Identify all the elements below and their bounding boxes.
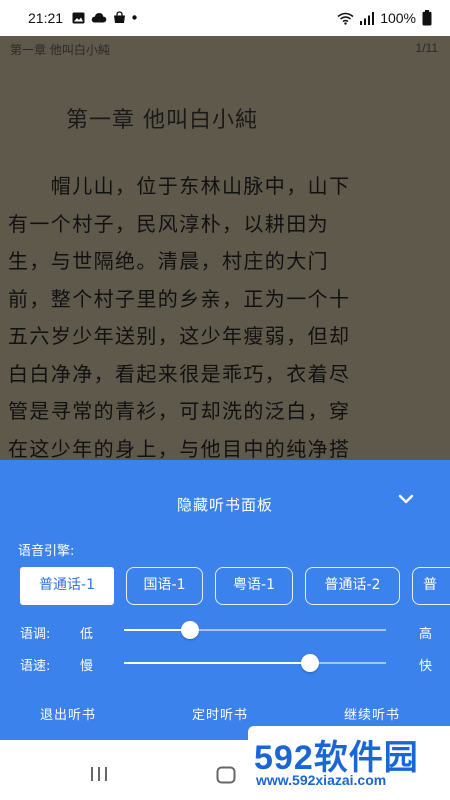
engine-option-putonghua-1[interactable]: 普通话-1: [20, 567, 114, 605]
reader-page[interactable]: 第一章 他叫白小純 1/11 第一章 他叫白小純 帽儿山，位于东林山脉中，山下 …: [0, 36, 450, 460]
exit-listening-button[interactable]: 退出听书: [40, 704, 96, 723]
cloud-icon: [91, 13, 107, 23]
hide-panel-button[interactable]: 隐藏听书面板: [0, 494, 450, 515]
speed-label: 语速:: [20, 659, 51, 674]
text-line: 帽儿山，位于东林山脉中，山下: [8, 174, 351, 198]
tone-slider-fill: [124, 629, 190, 631]
text-line: 生，与世隔绝。清晨，村庄的大门: [8, 249, 329, 273]
chapter-body: 帽儿山，位于东林山脉中，山下 有一个村子，民风淳朴，以耕田为 生，与世隔绝。清晨…: [8, 170, 442, 460]
speed-slider[interactable]: [124, 654, 386, 672]
home-icon[interactable]: [216, 766, 236, 784]
text-line: 在这少年的身上，与他目中的纯净搭: [8, 436, 351, 461]
tone-high-label: 高: [418, 627, 432, 642]
text-line: 白白净净，看起来很是乖巧，衣着尽: [8, 361, 351, 386]
text-line: 有一个村子，民风淳朴，以耕田为: [8, 211, 329, 236]
battery-percent: 100%: [380, 10, 416, 26]
signal-icon: [360, 11, 375, 25]
tone-slider[interactable]: [124, 621, 386, 639]
shopping-bag-icon: [114, 11, 125, 23]
continue-listening-button[interactable]: 继续听书: [344, 704, 400, 723]
wifi-icon: [337, 12, 354, 25]
reader-header: 第一章 他叫白小純 1/11: [10, 41, 438, 59]
status-bar: 21:21 100%: [0, 0, 450, 36]
chevron-down-icon[interactable]: [398, 494, 414, 504]
status-time: 21:21: [28, 10, 64, 26]
engine-label: 语音引擎:: [18, 544, 75, 559]
engine-option-putonghua-2[interactable]: 普通话-2: [305, 567, 400, 605]
text-line: 前，整个村子里的乡亲，正为一个十: [8, 286, 351, 311]
status-right: 100%: [337, 10, 432, 26]
engine-option-guoyu-1[interactable]: 国语-1: [126, 567, 203, 605]
tone-low-label: 低: [80, 627, 94, 642]
speed-high-label: 快: [418, 659, 432, 674]
image-icon: [72, 12, 85, 23]
listen-panel: 隐藏听书面板 语音引擎: 普通话-1 国语-1 粤语-1 普通话-2 普 语调:…: [0, 460, 450, 740]
battery-icon: [422, 10, 432, 26]
tone-label: 语调:: [20, 627, 51, 642]
header-chapter-name: 第一章 他叫白小純: [10, 43, 110, 57]
speed-slider-thumb[interactable]: [301, 654, 320, 672]
site-watermark: 592软件园 www.592xiazai.com: [248, 722, 450, 800]
engine-option-yueyu-1[interactable]: 粤语-1: [215, 567, 293, 605]
notification-icons: [72, 11, 137, 24]
speed-slider-fill: [124, 662, 311, 664]
page-indicator: 1/11: [415, 41, 438, 55]
tone-slider-thumb[interactable]: [180, 621, 199, 639]
timer-listening-button[interactable]: 定时听书: [192, 704, 248, 723]
text-line: 五六岁少年送别，这少年瘦弱，但却: [8, 324, 351, 348]
speed-low-label: 慢: [80, 659, 94, 674]
engine-option-more[interactable]: 普: [412, 567, 450, 605]
watermark-url: www.592xiazai.com: [256, 772, 387, 788]
dot-icon: [132, 15, 137, 20]
text-line: 管是寻常的青衫，可却洗的泛白，穿: [8, 399, 351, 423]
recent-apps-icon[interactable]: [90, 766, 108, 782]
chapter-title: 第一章 他叫白小純: [66, 108, 258, 133]
engine-list[interactable]: 普通话-1 国语-1 粤语-1 普通话-2 普: [18, 566, 450, 606]
